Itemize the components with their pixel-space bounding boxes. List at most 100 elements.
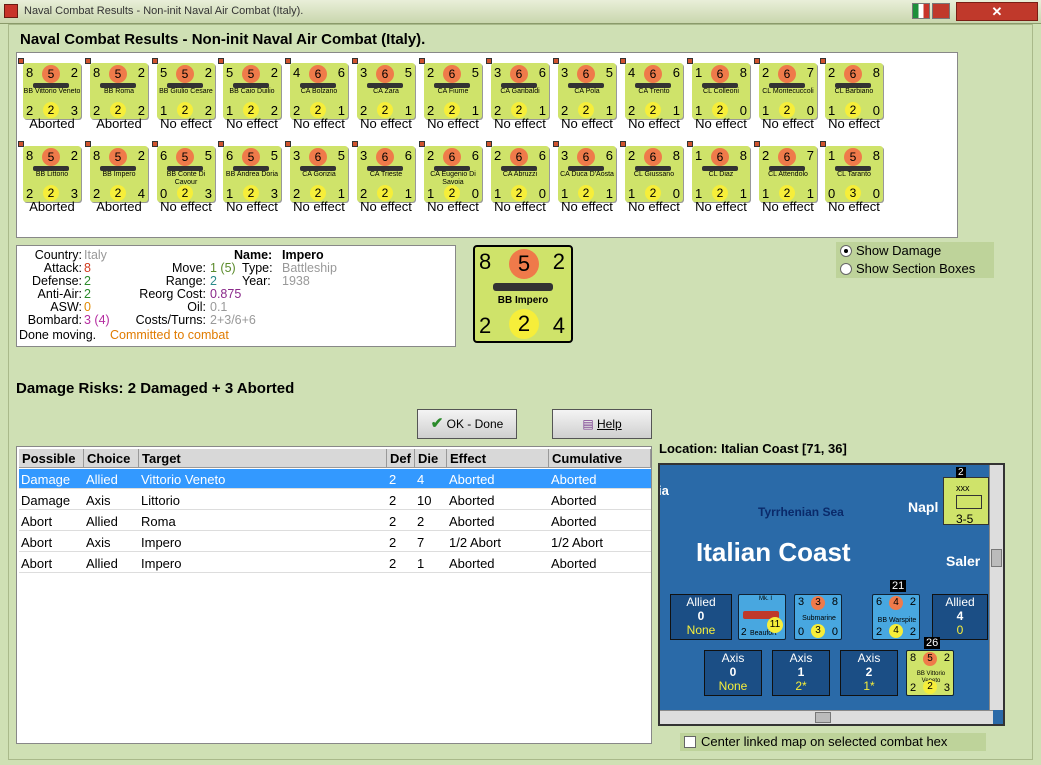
ship-result-17[interactable]: 3 6 5 CA Gorizia 2 2 1 No effect bbox=[285, 138, 352, 218]
ship-counter[interactable]: 5 5 2 BB Caio Duilio 1 2 2 bbox=[218, 58, 281, 119]
axis-box-2[interactable]: Axis 1 2* bbox=[772, 650, 830, 696]
table-row[interactable]: Abort Allied Roma 2 2 Aborted Aborted bbox=[19, 511, 651, 531]
saler-label: Saler bbox=[946, 553, 981, 569]
ship-counter[interactable]: 6 5 5 BB Conte Di Cavour 0 2 3 bbox=[152, 141, 215, 202]
ship-counter[interactable]: 8 5 2 BB Littorio 2 2 3 bbox=[18, 141, 81, 202]
ship-counter[interactable]: 5 5 2 BB Giulio Cesare 1 2 2 bbox=[152, 58, 215, 119]
ship-counter[interactable]: 6 5 5 BB Andrea Doria 1 2 3 bbox=[218, 141, 281, 202]
table-cell: Aborted bbox=[551, 493, 597, 508]
ship-counter[interactable]: 1 5 8 CL Taranto 0 3 0 bbox=[820, 141, 883, 202]
ship-counter[interactable]: 2 6 8 CL Barbiano 1 2 0 bbox=[820, 58, 883, 119]
ship-result-4[interactable]: 4 6 6 CA Bolzano 2 2 1 No effect bbox=[285, 55, 352, 135]
show-damage-radio[interactable] bbox=[840, 245, 852, 257]
ship-counter[interactable]: 2 6 5 CA Fiume 2 2 1 bbox=[419, 58, 482, 119]
axis-box-3[interactable]: Axis 2 1* bbox=[840, 650, 898, 696]
ship-counter[interactable]: 1 6 8 CL Diaz 1 2 1 bbox=[687, 141, 750, 202]
ship-counter[interactable]: 8 5 2 BB Roma 2 2 2 bbox=[85, 58, 148, 119]
ship-counter[interactable]: 3 6 5 CA Gorizia 2 2 1 bbox=[285, 141, 348, 202]
ship-result-14[interactable]: 8 5 2 BB Impero 2 2 4 Aborted bbox=[85, 138, 152, 218]
ship-result-9[interactable]: 4 6 6 CA Trento 2 2 1 No effect bbox=[620, 55, 687, 135]
allied-naval-box[interactable]: Allied 4 0 bbox=[932, 594, 988, 640]
ship-name: BB Vittorio Veneto bbox=[23, 88, 81, 95]
allied-naval-sub: 0 bbox=[956, 623, 964, 637]
col-die[interactable]: Die bbox=[415, 449, 447, 468]
ship-counter[interactable]: 4 6 6 CA Bolzano 2 2 1 bbox=[285, 58, 348, 119]
map-horizontal-scrollbar[interactable] bbox=[660, 710, 993, 724]
table-row[interactable]: Damage Allied Vittorio Veneto 2 4 Aborted Abor… bbox=[19, 469, 651, 489]
table-row[interactable]: Abort Allied Impero 2 1 Aborted Aborted bbox=[19, 553, 651, 573]
table-row[interactable]: Damage Axis Littorio 2 10 Aborted Aborted bbox=[19, 490, 651, 510]
ship-result-6[interactable]: 2 6 5 CA Fiume 2 2 1 No effect bbox=[419, 55, 486, 135]
ship-result-25[interactable]: 1 5 8 CL Taranto 0 3 0 No effect bbox=[820, 138, 887, 218]
ship-counter[interactable]: 2 6 8 CL Giussano 1 2 0 bbox=[620, 141, 683, 202]
year-label: Year: bbox=[242, 274, 271, 288]
reorg-label: Reorg Cost: bbox=[139, 287, 206, 301]
ok-done-button[interactable]: ✔ OK - Done bbox=[417, 409, 517, 439]
ship-result-0[interactable]: 8 5 2 BB Vittorio Veneto 2 2 3 Aborted bbox=[18, 55, 85, 135]
show-sections-radio[interactable] bbox=[840, 263, 852, 275]
ship-counter[interactable]: 3 6 6 CA Duca D'Aosta 1 2 1 bbox=[553, 141, 616, 202]
ship-result-11[interactable]: 2 6 7 CL Montecuccoli 1 2 0 No effect bbox=[754, 55, 821, 135]
warspite-counter[interactable]: 6 4 2 BB Warspite 2 4 2 bbox=[872, 594, 920, 640]
ship-result-15[interactable]: 6 5 5 BB Conte Di Cavour 0 2 3 No effect bbox=[152, 138, 219, 218]
table-cell: Impero bbox=[141, 556, 182, 571]
ship-counter[interactable]: 8 5 2 BB Vittorio Veneto 2 2 3 bbox=[18, 58, 81, 119]
ship-result-21[interactable]: 3 6 6 CA Duca D'Aosta 1 2 1 No effect bbox=[553, 138, 620, 218]
allied-air-box[interactable]: Allied 0 None bbox=[670, 594, 732, 640]
table-row[interactable]: Abort Axis Impero 2 7 1/2 Abort 1/2 Abort bbox=[19, 532, 651, 552]
col-possible[interactable]: Possible bbox=[19, 449, 84, 468]
linked-map[interactable]: ia Tyrrhenian Sea Napl Italian Coast Sal… bbox=[658, 463, 1005, 726]
ship-result-18[interactable]: 3 6 6 CA Trieste 2 2 1 No effect bbox=[352, 138, 419, 218]
ship-result-1[interactable]: 8 5 2 BB Roma 2 2 2 Aborted bbox=[85, 55, 152, 135]
close-button[interactable]: ✕ bbox=[956, 2, 1038, 21]
ship-result-19[interactable]: 2 6 6 CA Eugenio Di Savoia 1 2 0 No effect bbox=[419, 138, 486, 218]
counter-attack: 3 bbox=[360, 65, 368, 80]
ship-counter[interactable]: 3 6 5 CA Pola 2 2 1 bbox=[553, 58, 616, 119]
ship-counter[interactable]: 2 6 7 CL Montecuccoli 1 2 0 bbox=[754, 58, 817, 119]
ship-counter[interactable]: 3 6 5 CA Zara 2 2 1 bbox=[352, 58, 415, 119]
show-sections-label[interactable]: Show Section Boxes bbox=[856, 261, 975, 276]
ship-counter[interactable]: 8 5 2 BB Impero 2 2 4 bbox=[85, 141, 148, 202]
ship-counter[interactable]: 3 6 6 CA Trieste 2 2 1 bbox=[352, 141, 415, 202]
ship-result-22[interactable]: 2 6 8 CL Giussano 1 2 0 No effect bbox=[620, 138, 687, 218]
ship-counter[interactable]: 2 6 6 CA Abruzzi 1 2 0 bbox=[486, 141, 549, 202]
ship-result-20[interactable]: 2 6 6 CA Abruzzi 1 2 0 No effect bbox=[486, 138, 553, 218]
ship-name: CA Gorizia bbox=[302, 171, 336, 178]
col-effect[interactable]: Effect bbox=[447, 449, 549, 468]
center-map-label[interactable]: Center linked map on selected combat hex bbox=[701, 734, 947, 749]
ship-counter[interactable]: 2 6 7 CL Attendolo 1 2 1 bbox=[754, 141, 817, 202]
ship-result-7[interactable]: 3 6 6 CA Garibaldi 2 2 1 No effect bbox=[486, 55, 553, 135]
table-cell: Aborted bbox=[551, 472, 597, 487]
ship-counter[interactable]: 2 6 6 CA Eugenio Di Savoia 1 2 0 bbox=[419, 141, 482, 202]
help-button[interactable]: ▤ Help bbox=[552, 409, 652, 439]
map-vscroll-thumb[interactable] bbox=[991, 549, 1002, 567]
map-hscroll-thumb[interactable] bbox=[815, 712, 831, 723]
ship-result-16[interactable]: 6 5 5 BB Andrea Doria 1 2 3 No effect bbox=[218, 138, 285, 218]
ship-counter[interactable]: 1 6 8 CL Colleoni 1 2 0 bbox=[687, 58, 750, 119]
selected-unit-counter[interactable]: 8 5 2 BB Impero 2 2 4 bbox=[473, 245, 573, 343]
show-damage-label[interactable]: Show Damage bbox=[856, 243, 941, 258]
ship-result-10[interactable]: 1 6 8 CL Colleoni 1 2 0 No effect bbox=[687, 55, 754, 135]
battleship-icon bbox=[493, 283, 553, 291]
ship-result-3[interactable]: 5 5 2 BB Caio Duilio 1 2 2 No effect bbox=[218, 55, 285, 135]
ship-counter[interactable]: 4 6 6 CA Trento 2 2 1 bbox=[620, 58, 683, 119]
center-map-checkbox[interactable] bbox=[684, 736, 696, 748]
counter-attack: 2 bbox=[427, 65, 435, 80]
vittorio-veneto-map-counter[interactable]: 8 5 2 BB Vittorio Veneto 2 2 3 bbox=[906, 650, 954, 696]
ship-result-2[interactable]: 5 5 2 BB Giulio Cesare 1 2 2 No effect bbox=[152, 55, 219, 135]
ship-result-23[interactable]: 1 6 8 CL Diaz 1 2 1 No effect bbox=[687, 138, 754, 218]
col-target[interactable]: Target bbox=[139, 449, 387, 468]
col-def[interactable]: Def bbox=[387, 449, 415, 468]
ship-counter[interactable]: 3 6 6 CA Garibaldi 2 2 1 bbox=[486, 58, 549, 119]
map-vertical-scrollbar[interactable] bbox=[989, 465, 1003, 710]
ship-result-12[interactable]: 2 6 8 CL Barbiano 1 2 0 No effect bbox=[820, 55, 887, 135]
ship-result-13[interactable]: 8 5 2 BB Littorio 2 2 3 Aborted bbox=[18, 138, 85, 218]
axis-box-1[interactable]: Axis 0 None bbox=[704, 650, 762, 696]
col-cumulative[interactable]: Cumulative bbox=[549, 449, 651, 468]
ship-result-8[interactable]: 3 6 5 CA Pola 2 2 1 No effect bbox=[553, 55, 620, 135]
submarine-counter[interactable]: 3 3 8 Submarine 0 3 0 bbox=[794, 594, 842, 640]
ship-result-24[interactable]: 2 6 7 CL Attendolo 1 2 1 No effect bbox=[754, 138, 821, 218]
beaufort-counter[interactable]: Mk. I 2 Beaufort 11 bbox=[738, 594, 786, 640]
ship-result-5[interactable]: 3 6 5 CA Zara 2 2 1 No effect bbox=[352, 55, 419, 135]
col-choice[interactable]: Choice bbox=[84, 449, 139, 468]
